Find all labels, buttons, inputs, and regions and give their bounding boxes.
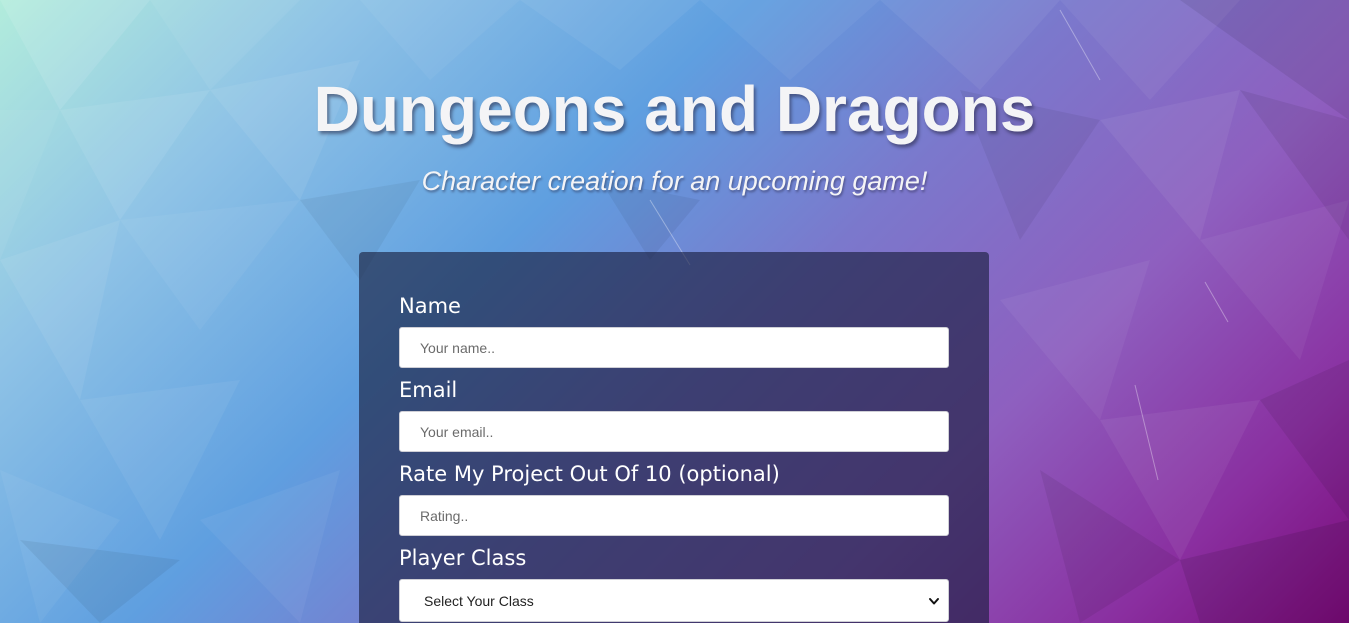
page-title: Dungeons and Dragons: [313, 73, 1036, 145]
name-input[interactable]: [399, 327, 949, 368]
page-subtitle: Character creation for an upcoming game!: [421, 166, 928, 196]
rating-input[interactable]: [399, 495, 949, 536]
name-label: Name: [399, 294, 461, 318]
character-form: Name Email Rate My Project Out Of 10 (op…: [359, 252, 989, 623]
email-input[interactable]: [399, 411, 949, 452]
player-class-select[interactable]: Select Your Class: [399, 579, 949, 622]
player-class-label: Player Class: [399, 546, 527, 570]
rating-label: Rate My Project Out Of 10 (optional): [399, 462, 780, 486]
player-class-selected-value: Select Your Class: [424, 592, 534, 609]
chevron-down-icon: [928, 595, 940, 607]
email-label: Email: [399, 378, 458, 402]
page-content: Dungeons and Dragons Character creation …: [0, 0, 1349, 623]
